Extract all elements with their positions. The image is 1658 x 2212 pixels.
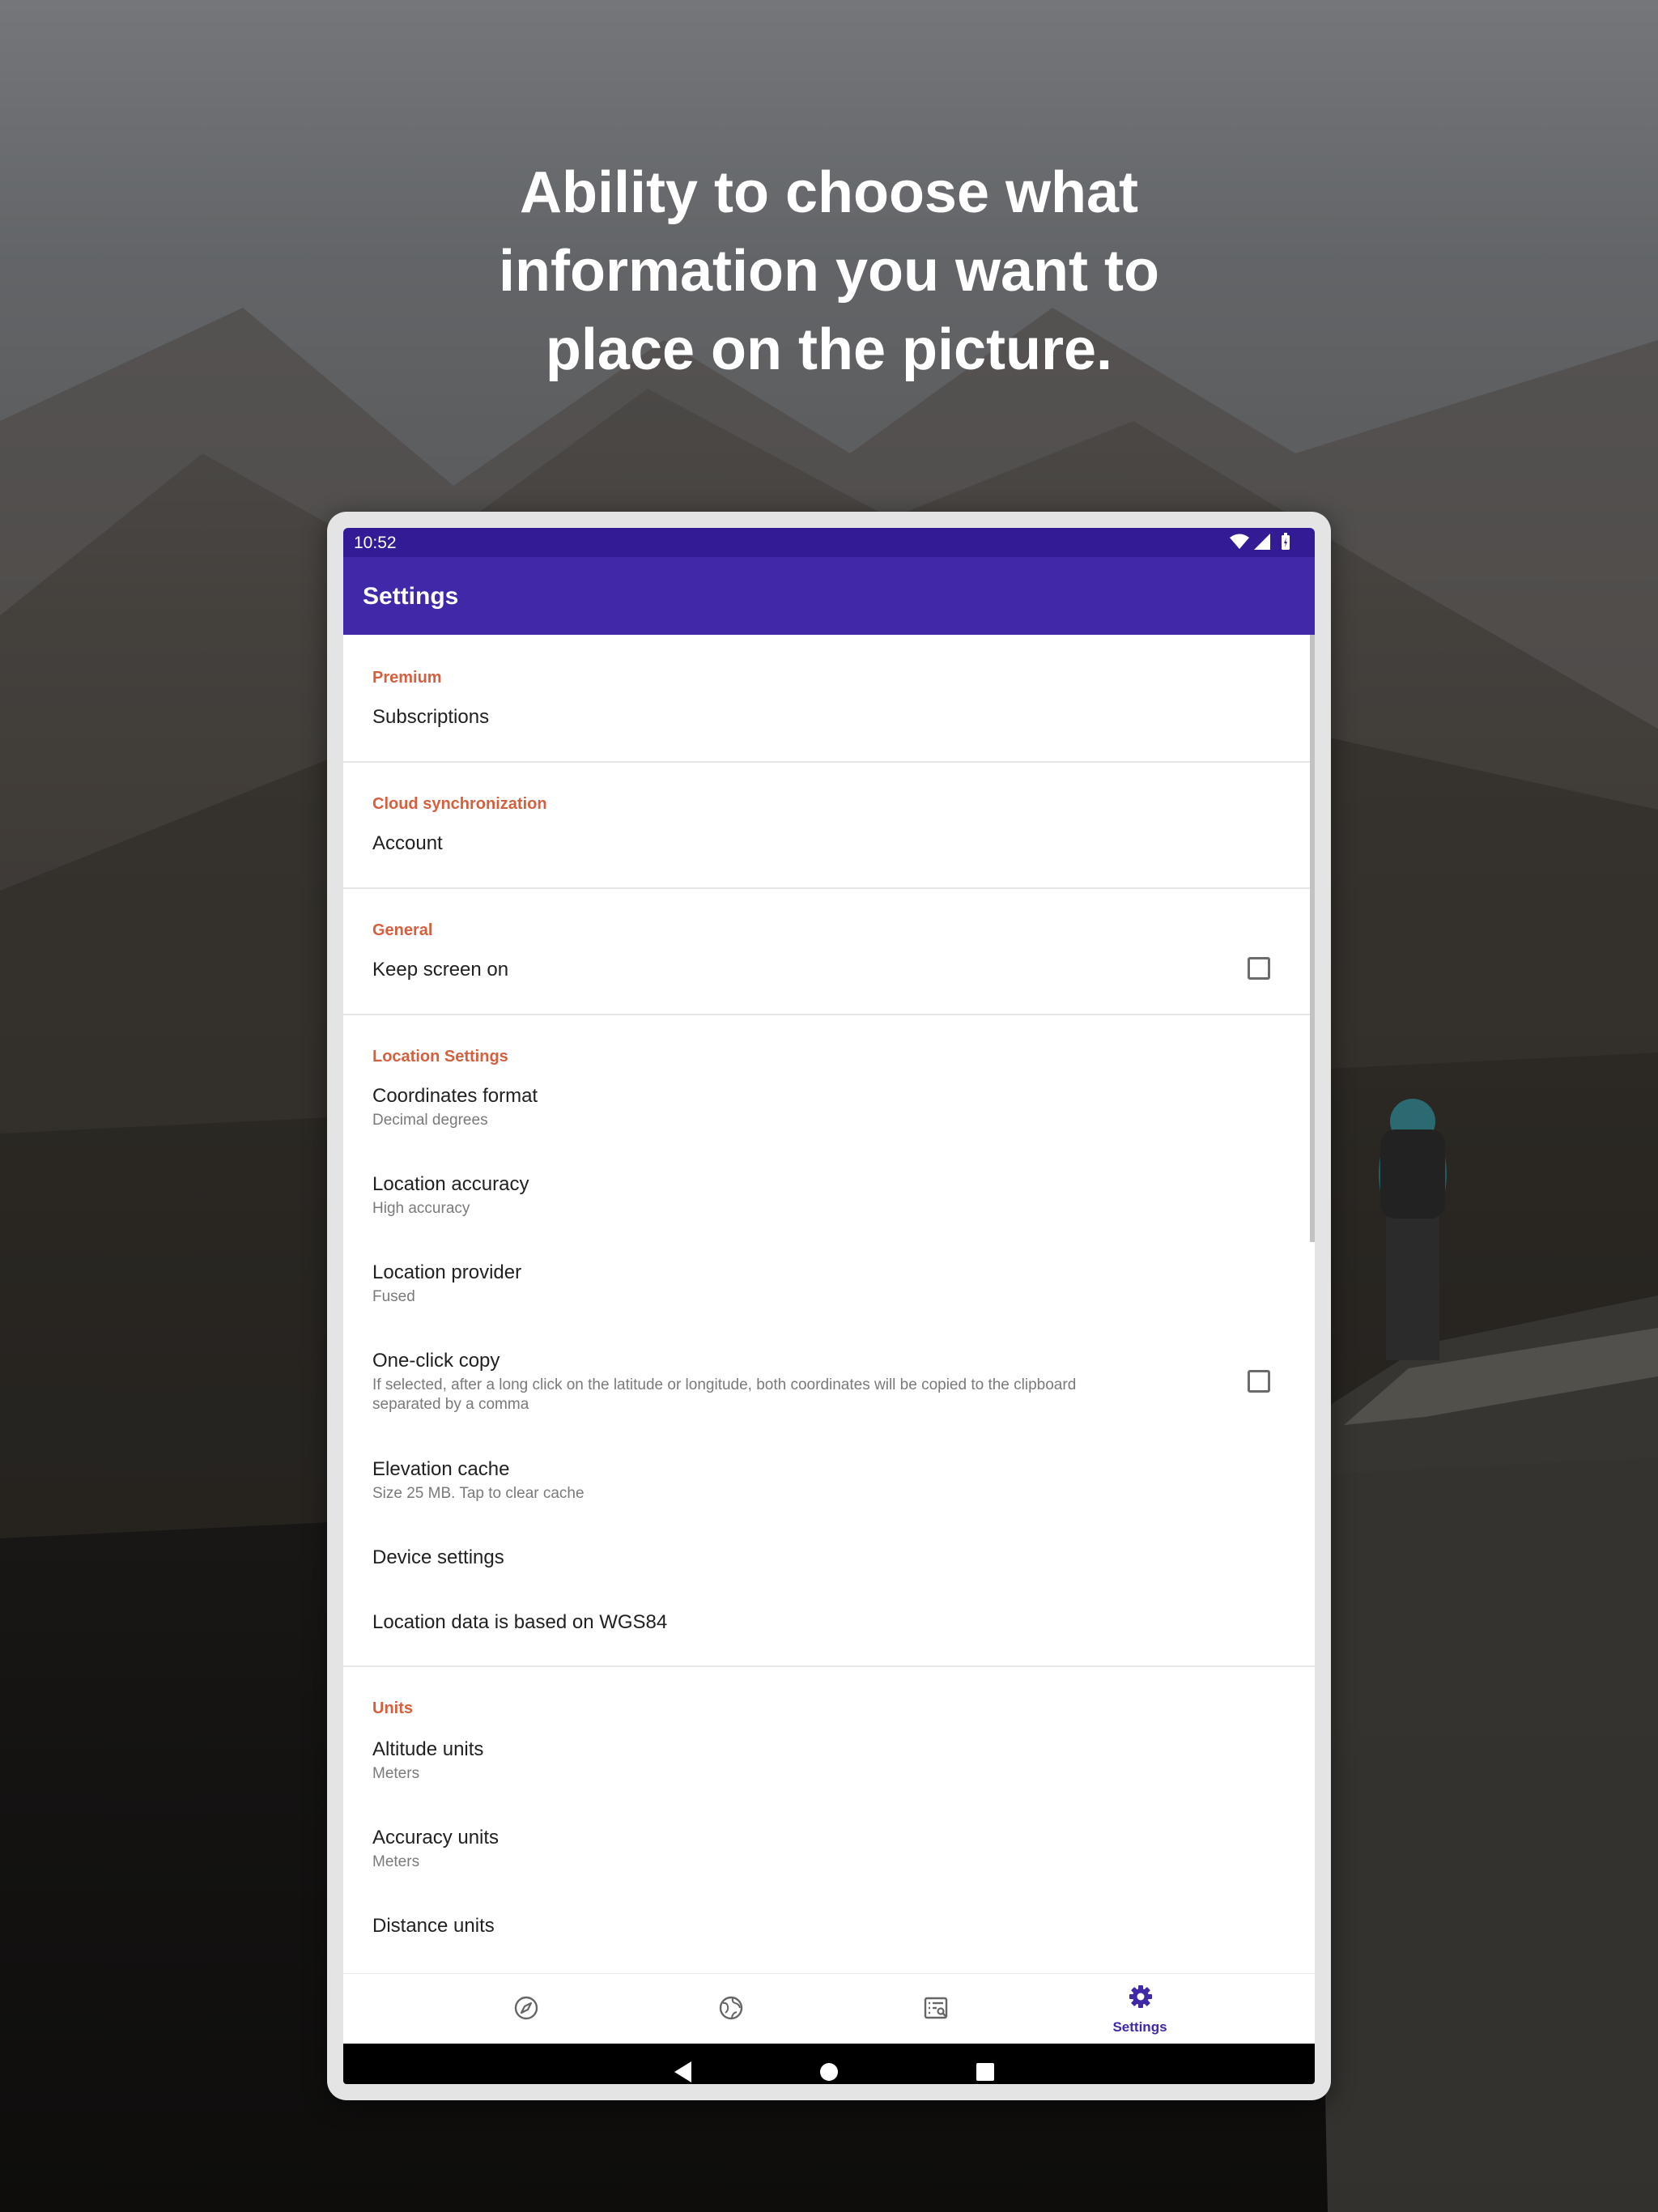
nav-tab-globe[interactable]	[641, 1974, 819, 2044]
setting-account[interactable]: Account	[343, 818, 1315, 887]
status-time: 10:52	[354, 534, 397, 552]
setting-altitude-units-label: Altitude units	[372, 1738, 484, 1760]
headline-line-1: Ability to choose what	[519, 160, 1139, 225]
setting-accuracy-units-label: Accuracy units	[372, 1827, 500, 1848]
setting-location-accuracy-label: Location accuracy	[372, 1173, 529, 1195]
setting-elevation-cache-value: Size 25 MB. Tap to clear cache	[372, 1485, 585, 1502]
divider	[343, 761, 1315, 763]
setting-elevation-cache-label: Elevation cache	[372, 1458, 510, 1480]
setting-location-accuracy[interactable]: Location accuracy High accuracy	[343, 1159, 1315, 1247]
setting-device-settings[interactable]: Device settings	[343, 1532, 1315, 1597]
nav-tab-compass[interactable]	[436, 1974, 614, 2044]
setting-subscriptions[interactable]: Subscriptions	[343, 691, 1315, 761]
back-icon[interactable]	[674, 2061, 693, 2083]
page-title: Settings	[363, 583, 459, 610]
tablet-screen: 10:52 Settings Premium Subscriptions Clo…	[343, 528, 1315, 2084]
setting-altitude-units-value: Meters	[372, 1765, 420, 1782]
headline-line-3: place on the picture.	[545, 317, 1113, 382]
setting-accuracy-units[interactable]: Accuracy units Meters	[343, 1813, 1315, 1900]
setting-coordinates-format[interactable]: Coordinates format Decimal degrees	[343, 1072, 1315, 1159]
divider	[343, 1665, 1315, 1667]
setting-subscriptions-label: Subscriptions	[372, 706, 490, 728]
system-navigation-bar	[343, 2044, 1315, 2084]
status-bar: 10:52	[343, 528, 1315, 557]
section-header-units: Units	[372, 1699, 413, 1717]
divider	[343, 887, 1315, 889]
headline-line-2: information you want to	[499, 239, 1159, 304]
setting-location-provider-value: Fused	[372, 1288, 415, 1305]
nav-tab-settings[interactable]: Settings	[1051, 1974, 1229, 2044]
setting-one-click-copy[interactable]: One-click copy If selected, after a long…	[343, 1336, 1315, 1444]
keep-screen-on-checkbox[interactable]	[1248, 957, 1270, 980]
setting-coordinates-format-label: Coordinates format	[372, 1085, 538, 1107]
setting-accuracy-units-value: Meters	[372, 1853, 420, 1870]
section-header-cloud: Cloud synchronization	[372, 795, 547, 813]
divider	[343, 1014, 1315, 1015]
setting-location-provider[interactable]: Location provider Fused	[343, 1248, 1315, 1335]
battery-icon	[1282, 533, 1290, 550]
headline: Ability to choose what information you w…	[0, 154, 1658, 389]
nav-tab-list[interactable]	[846, 1974, 1024, 2044]
home-icon[interactable]	[819, 2062, 839, 2082]
list-search-icon	[924, 1997, 948, 2019]
setting-coordinates-format-value: Decimal degrees	[372, 1112, 488, 1129]
setting-one-click-copy-desc-1: If selected, after a long click on the l…	[372, 1376, 1077, 1393]
compass-icon	[514, 1996, 538, 2020]
setting-one-click-copy-desc-2: separated by a comma	[372, 1396, 529, 1413]
setting-account-label: Account	[372, 832, 443, 854]
section-header-general: General	[372, 921, 433, 939]
setting-distance-units-label: Distance units	[372, 1915, 495, 1937]
setting-elevation-cache[interactable]: Elevation cache Size 25 MB. Tap to clear…	[343, 1444, 1315, 1532]
setting-distance-units[interactable]: Distance units	[343, 1901, 1315, 1974]
wifi-icon	[1230, 534, 1249, 549]
signal-icon	[1254, 534, 1270, 550]
bottom-navigation: Settings	[343, 1973, 1315, 2044]
recents-icon[interactable]	[976, 2062, 995, 2082]
gear-icon	[1129, 1985, 1152, 2008]
setting-location-provider-label: Location provider	[372, 1261, 522, 1283]
scrollbar[interactable]	[1310, 635, 1315, 1242]
section-header-premium: Premium	[372, 669, 442, 687]
setting-device-settings-label: Device settings	[372, 1546, 504, 1568]
setting-one-click-copy-label: One-click copy	[372, 1350, 500, 1372]
setting-altitude-units[interactable]: Altitude units Meters	[343, 1725, 1315, 1812]
setting-wgs84-label: Location data is based on WGS84	[372, 1611, 668, 1633]
setting-location-accuracy-value: High accuracy	[372, 1200, 470, 1217]
globe-icon	[719, 1996, 743, 2020]
section-header-location: Location Settings	[372, 1048, 508, 1066]
tablet-frame: 10:52 Settings Premium Subscriptions Clo…	[327, 512, 1331, 2100]
setting-keep-screen-on-label: Keep screen on	[372, 959, 509, 981]
nav-tab-settings-label: Settings	[1112, 2019, 1167, 2035]
settings-list[interactable]: Premium Subscriptions Cloud synchronizat…	[343, 635, 1315, 2079]
one-click-copy-checkbox[interactable]	[1248, 1370, 1270, 1393]
setting-wgs84-info[interactable]: Location data is based on WGS84	[343, 1597, 1315, 1661]
setting-keep-screen-on[interactable]: Keep screen on	[343, 944, 1315, 1014]
app-bar: Settings	[343, 557, 1315, 635]
